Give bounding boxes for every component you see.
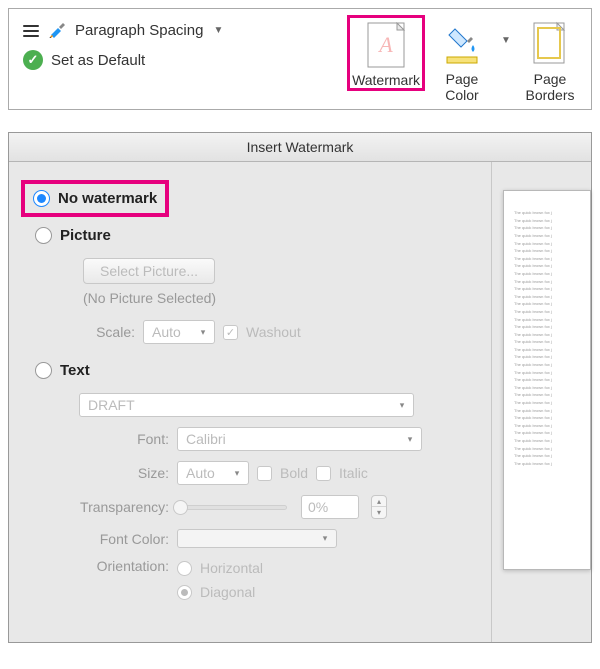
- size-label: Size:: [59, 465, 169, 481]
- text-label: Text: [60, 362, 90, 379]
- scale-combo[interactable]: Auto ▾: [143, 320, 215, 344]
- dropdown-caret-icon: ▼: [213, 25, 223, 36]
- ribbon-right-group: A Watermark Page Color ▼: [347, 15, 581, 105]
- picture-label: Picture: [60, 227, 111, 244]
- chevron-down-icon: ▾: [230, 468, 244, 479]
- washout-label: Washout: [246, 324, 301, 340]
- check-circle-icon: ✓: [23, 50, 43, 70]
- font-label: Font:: [59, 431, 169, 447]
- ribbon-left-group: Paragraph Spacing ▼ ✓ Set as Default: [19, 15, 339, 105]
- orientation-horizontal-label: Horizontal: [200, 560, 263, 576]
- font-color-combo[interactable]: ▾: [177, 529, 337, 548]
- transparency-label: Transparency:: [59, 499, 169, 515]
- text-option[interactable]: Text: [35, 362, 477, 379]
- dialog-form: No watermark Picture Select Picture... (…: [9, 162, 491, 642]
- set-default-button[interactable]: ✓ Set as Default: [23, 50, 335, 70]
- page-preview: The quick brown fox j The quick brown fo…: [503, 190, 591, 570]
- italic-checkbox[interactable]: [316, 466, 331, 481]
- transparency-slider[interactable]: [177, 505, 287, 510]
- font-color-label: Font Color:: [59, 531, 169, 547]
- chevron-down-icon: ▾: [318, 533, 332, 544]
- picture-status: (No Picture Selected): [83, 290, 477, 306]
- page-borders-icon: [529, 19, 571, 69]
- select-picture-button[interactable]: Select Picture...: [83, 258, 215, 284]
- stepper-up-icon[interactable]: ▴: [372, 496, 386, 507]
- page-color-icon: [441, 19, 483, 69]
- scale-label: Scale:: [83, 324, 135, 340]
- page-color-dropdown[interactable]: ▼: [499, 15, 513, 46]
- stepper-down-icon[interactable]: ▾: [372, 507, 386, 518]
- transparency-stepper[interactable]: ▴ ▾: [371, 495, 387, 519]
- orientation-diagonal-option[interactable]: Diagonal: [177, 584, 263, 600]
- size-combo[interactable]: Auto ▾: [177, 461, 249, 485]
- ribbon-toolbar: Paragraph Spacing ▼ ✓ Set as Default A W…: [8, 8, 592, 110]
- bold-checkbox[interactable]: [257, 466, 272, 481]
- transparency-value: 0%: [302, 496, 358, 518]
- watermark-text-combo[interactable]: DRAFT ▾: [79, 393, 414, 417]
- page-color-label: Page Color: [445, 71, 478, 103]
- brush-icon: [49, 22, 67, 41]
- italic-label: Italic: [339, 465, 368, 481]
- text-radio[interactable]: [35, 362, 52, 379]
- chevron-down-icon: ▾: [395, 400, 409, 411]
- orientation-horizontal-radio[interactable]: [177, 561, 192, 576]
- paragraph-spacing-label: Paragraph Spacing: [75, 22, 203, 39]
- no-watermark-option[interactable]: No watermark: [21, 180, 169, 217]
- watermark-icon: A: [365, 20, 407, 70]
- transparency-value-field[interactable]: 0%: [301, 495, 359, 519]
- paragraph-spacing-icon: [23, 25, 39, 37]
- orientation-diagonal-radio[interactable]: [177, 585, 192, 600]
- text-options-group: DRAFT ▾ Font: Calibri ▾ Size: Auto ▾: [59, 393, 477, 600]
- dialog-body: No watermark Picture Select Picture... (…: [9, 162, 591, 642]
- washout-checkbox[interactable]: [223, 325, 238, 340]
- orientation-horizontal-option[interactable]: Horizontal: [177, 560, 263, 576]
- watermark-text-value: DRAFT: [88, 397, 391, 413]
- picture-option[interactable]: Picture: [35, 227, 477, 244]
- orientation-label: Orientation:: [59, 558, 169, 574]
- scale-value: Auto: [152, 324, 192, 340]
- page-borders-button[interactable]: Page Borders: [519, 15, 581, 105]
- set-default-label: Set as Default: [51, 52, 145, 69]
- no-watermark-label: No watermark: [58, 190, 157, 207]
- picture-radio[interactable]: [35, 227, 52, 244]
- svg-text:A: A: [377, 32, 393, 57]
- slider-knob[interactable]: [173, 500, 188, 515]
- no-watermark-radio[interactable]: [33, 190, 50, 207]
- size-value: Auto: [186, 465, 226, 481]
- page-borders-label: Page Borders: [525, 71, 574, 103]
- page-color-button[interactable]: Page Color: [431, 15, 493, 105]
- preview-pane: The quick brown fox j The quick brown fo…: [491, 162, 591, 642]
- insert-watermark-dialog: Insert Watermark No watermark Picture Se…: [8, 132, 592, 643]
- font-combo[interactable]: Calibri ▾: [177, 427, 422, 451]
- watermark-button[interactable]: A Watermark: [347, 15, 425, 91]
- chevron-down-icon: ▾: [403, 434, 417, 445]
- orientation-diagonal-label: Diagonal: [200, 584, 255, 600]
- font-value: Calibri: [186, 431, 399, 447]
- watermark-label: Watermark: [352, 72, 420, 88]
- bold-label: Bold: [280, 465, 308, 481]
- dialog-title: Insert Watermark: [9, 133, 591, 162]
- chevron-down-icon: ▾: [196, 327, 210, 338]
- paragraph-spacing-button[interactable]: Paragraph Spacing ▼: [23, 21, 335, 40]
